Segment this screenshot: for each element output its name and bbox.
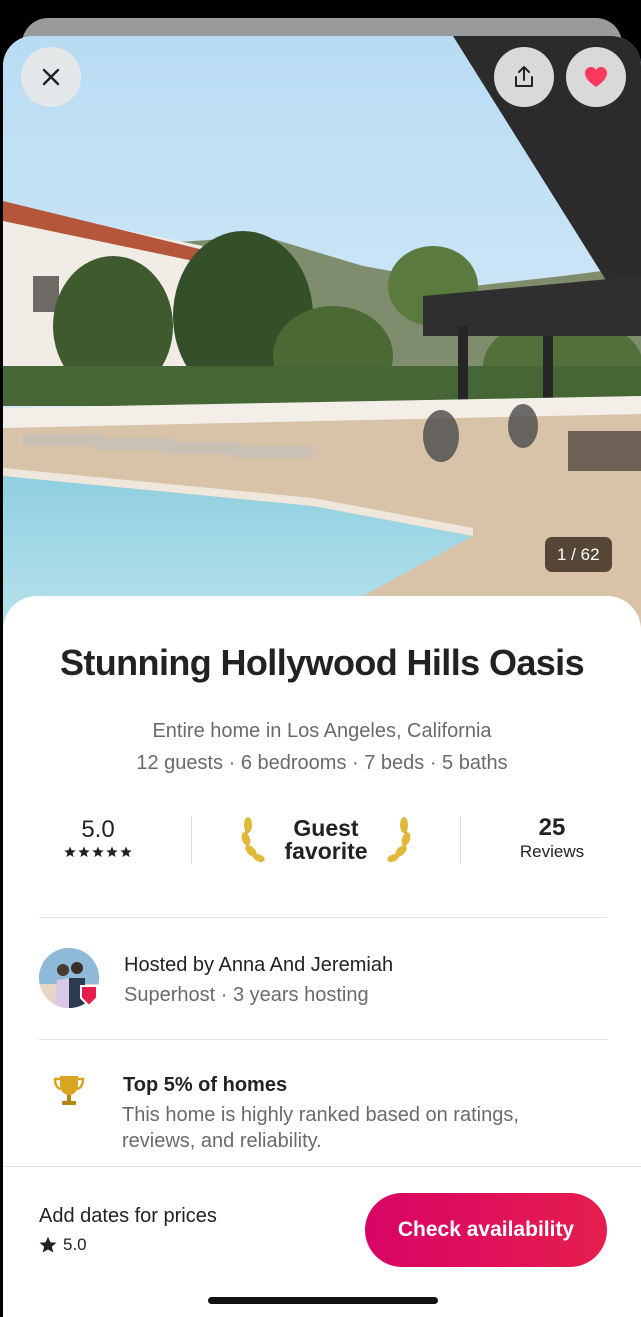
check-availability-button[interactable]: Check availability xyxy=(365,1193,607,1267)
listing-stats: 12 guests · 6 bedrooms · 7 beds · 5 bath… xyxy=(136,752,508,774)
close-button[interactable] xyxy=(21,47,81,107)
highlight-title: Top 5% of homes xyxy=(123,1074,288,1096)
rating-score-block: 5.0 xyxy=(58,814,138,866)
heart-icon xyxy=(585,67,607,87)
guest-favorite-line1: Guest xyxy=(293,815,359,841)
reviews-label: Reviews xyxy=(519,842,585,861)
share-icon xyxy=(515,66,533,87)
guest-favorite-label: Guest favorite xyxy=(284,817,367,863)
star-icon xyxy=(106,846,118,857)
rating-divider xyxy=(191,816,192,864)
section-divider xyxy=(39,917,607,918)
section-divider xyxy=(39,1039,607,1040)
reviews-block[interactable]: 25 Reviews xyxy=(508,814,596,866)
host-subtitle: Superhost · 3 years hosting xyxy=(124,984,369,1006)
rating-summary[interactable]: 5.0 Guest favorite 25 Reviews xyxy=(3,814,641,866)
superhost-icon xyxy=(80,985,98,1008)
guest-favorite-badge: Guest favorite xyxy=(239,814,413,866)
booking-footer: Add dates for prices 5.0 Check availabil… xyxy=(3,1166,641,1317)
close-icon xyxy=(42,68,60,86)
star-icon xyxy=(39,1236,57,1253)
star-rating xyxy=(64,846,132,858)
guest-favorite-line2: favorite xyxy=(284,838,368,864)
superhost-badge xyxy=(79,984,99,1008)
favorite-button[interactable] xyxy=(566,47,626,107)
photo-counter: 1 / 62 xyxy=(545,537,612,572)
reviews-count: 25 xyxy=(538,814,566,841)
laurel-left-icon xyxy=(241,817,265,863)
footer-rating-value: 5.0 xyxy=(63,1235,87,1254)
host-title: Hosted by Anna And Jeremiah xyxy=(124,954,394,976)
home-indicator[interactable] xyxy=(208,1297,438,1304)
listing-title: Stunning Hollywood Hills Oasis xyxy=(59,642,585,683)
listing-subtitle: Entire home in Los Angeles, California xyxy=(152,720,492,742)
footer-rating: 5.0 xyxy=(39,1235,87,1255)
star-icon xyxy=(64,846,76,857)
trophy-icon xyxy=(51,1072,87,1108)
star-icon xyxy=(92,846,104,857)
star-icon xyxy=(78,846,90,857)
share-button[interactable] xyxy=(494,47,554,107)
laurel-right-icon xyxy=(387,817,411,863)
rating-score: 5.0 xyxy=(81,816,115,843)
add-dates-label[interactable]: Add dates for prices xyxy=(39,1205,217,1228)
rating-divider xyxy=(460,816,461,864)
star-icon xyxy=(120,846,132,857)
highlight-description: This home is highly ranked based on rati… xyxy=(122,1104,519,1152)
